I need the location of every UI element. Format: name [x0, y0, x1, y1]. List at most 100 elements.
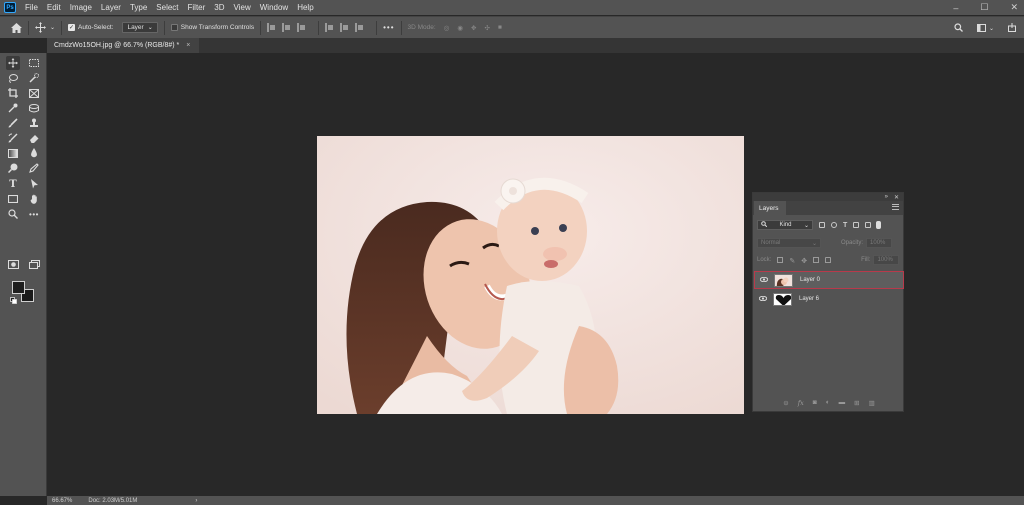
new-layer-icon[interactable]: ⊞ [854, 399, 859, 407]
filter-toggle-icon[interactable] [876, 221, 882, 229]
auto-select-target-dropdown[interactable]: Layer ⌄ [122, 22, 158, 33]
blur-tool-icon[interactable] [27, 146, 41, 160]
adjustment-icon[interactable]: ◐ [826, 399, 830, 407]
align-top-icon[interactable] [325, 23, 334, 32]
tab-close-icon[interactable]: × [186, 42, 190, 49]
zoom-level[interactable]: 66.67% [52, 498, 72, 504]
menu-select[interactable]: Select [156, 3, 178, 12]
panel-menu-icon[interactable] [892, 204, 899, 210]
edit-toolbar-icon[interactable]: ••• [27, 207, 41, 221]
auto-select-checkbox[interactable]: ✓ [68, 24, 76, 31]
mask-icon[interactable]: ◙ [813, 399, 817, 407]
lasso-tool-icon[interactable] [6, 71, 20, 85]
menu-type[interactable]: Type [130, 3, 147, 12]
opacity-input[interactable]: 100% [866, 238, 893, 248]
visibility-eye-icon[interactable] [758, 295, 767, 303]
menu-edit[interactable]: Edit [47, 3, 61, 12]
fx-icon[interactable]: fx [798, 399, 804, 407]
menu-layer[interactable]: Layer [101, 3, 121, 12]
brush-tool-icon[interactable] [6, 116, 20, 130]
quick-selection-tool-icon[interactable] [27, 71, 41, 85]
collapse-panel-icon[interactable]: » [885, 194, 888, 200]
filter-shape-icon[interactable] [853, 222, 860, 228]
pan-3d-icon[interactable]: ✥ [471, 24, 476, 32]
foreground-color-swatch[interactable] [12, 281, 25, 294]
filter-smart-object-icon[interactable] [865, 222, 872, 228]
screen-mode-icon[interactable] [27, 257, 41, 271]
search-icon[interactable] [954, 22, 963, 34]
filter-type-icon[interactable]: T [843, 222, 847, 229]
home-icon[interactable] [11, 22, 22, 33]
tab-layers[interactable]: Layers [754, 201, 786, 215]
workspace-icon[interactable]: ⌄ [976, 24, 994, 32]
type-tool-icon[interactable]: T [6, 177, 20, 191]
separator [260, 20, 262, 35]
hand-tool-icon[interactable] [27, 192, 41, 206]
menu-3d[interactable]: 3D [214, 3, 224, 12]
menu-file[interactable]: File [25, 3, 38, 12]
filter-kind-dropdown[interactable]: Kind ⌄ [757, 220, 813, 230]
align-bottom-icon[interactable] [355, 23, 364, 32]
fill-input[interactable]: 100% [873, 255, 900, 265]
move-tool-preset-icon[interactable]: ⌄ [35, 22, 55, 33]
orbit-3d-icon[interactable]: ◎ [444, 24, 450, 32]
menu-filter[interactable]: Filter [188, 3, 206, 12]
group-icon[interactable]: ▬ [839, 399, 846, 407]
align-horizontal-center-icon[interactable] [282, 23, 291, 32]
dodge-tool-icon[interactable] [6, 161, 20, 175]
pen-tool-icon[interactable] [27, 161, 41, 175]
layer-row-layer-0[interactable]: Layer 0 [754, 271, 904, 289]
close-panel-icon[interactable]: ✕ [894, 194, 899, 201]
roll-3d-icon[interactable]: ◉ [457, 24, 463, 32]
more-options-button[interactable]: ••• [383, 23, 394, 32]
share-icon[interactable] [1008, 22, 1016, 34]
minimize-icon[interactable]: – [953, 3, 958, 13]
3d-material-tool-icon[interactable] [27, 101, 41, 115]
align-right-icon[interactable] [297, 23, 306, 32]
move-tool-icon[interactable] [6, 56, 20, 70]
blend-mode-dropdown[interactable]: Normal ⌄ [757, 238, 821, 248]
lock-transparent-pixels-icon[interactable] [777, 257, 784, 263]
path-selection-tool-icon[interactable] [27, 177, 41, 191]
menu-view[interactable]: View [234, 3, 251, 12]
show-transform-controls-checkbox[interactable] [170, 24, 178, 31]
marquee-tool-icon[interactable] [27, 56, 41, 70]
menu-help[interactable]: Help [297, 3, 313, 12]
gradient-tool-icon[interactable] [6, 146, 20, 160]
zoom-tool-icon[interactable] [6, 207, 20, 221]
layer-row-layer-6[interactable]: Layer 6 [754, 290, 904, 308]
document-tab[interactable]: CmdzWo15OH.jpg @ 66.7% (RGB/8#) * × [47, 38, 199, 53]
crop-tool-icon[interactable] [6, 86, 20, 100]
chevron-down-icon: ⌄ [988, 25, 994, 32]
frame-tool-icon[interactable] [27, 86, 41, 100]
camera-3d-icon[interactable]: ■ [498, 24, 502, 31]
lock-all-icon[interactable] [825, 257, 832, 263]
quick-mask-icon[interactable] [6, 257, 20, 271]
visibility-eye-icon[interactable] [759, 276, 768, 284]
eraser-tool-icon[interactable] [27, 131, 41, 145]
menu-window[interactable]: Window [260, 3, 288, 12]
filter-adjustment-icon[interactable] [831, 222, 837, 228]
slide-3d-icon[interactable]: ✣ [484, 24, 489, 32]
clone-stamp-tool-icon[interactable] [27, 116, 41, 130]
maximize-icon[interactable]: ☐ [980, 2, 988, 13]
lock-image-pixels-icon[interactable]: ✎ [789, 257, 795, 265]
eyedropper-tool-icon[interactable] [6, 101, 20, 115]
panel-header: » ✕ [753, 193, 903, 201]
align-vertical-center-icon[interactable] [340, 23, 349, 32]
rectangle-tool-icon[interactable] [6, 192, 20, 206]
link-icon[interactable]: ⊝ [783, 399, 788, 407]
lock-artboard-icon[interactable] [813, 257, 820, 263]
status-menu-arrow-icon[interactable]: › [195, 498, 197, 504]
close-icon[interactable]: ✕ [1010, 2, 1018, 13]
default-colors-icon[interactable] [10, 297, 17, 304]
trash-icon[interactable]: ▥ [869, 399, 875, 407]
menu-image[interactable]: Image [70, 3, 92, 12]
align-left-icon[interactable] [267, 23, 276, 32]
lock-position-icon[interactable]: ✥ [801, 257, 807, 265]
separator [163, 20, 165, 35]
history-brush-tool-icon[interactable] [6, 131, 20, 145]
document-canvas-photo[interactable] [317, 136, 744, 414]
filter-pixel-icon[interactable] [819, 222, 825, 228]
lock-label: Lock: [757, 257, 772, 263]
